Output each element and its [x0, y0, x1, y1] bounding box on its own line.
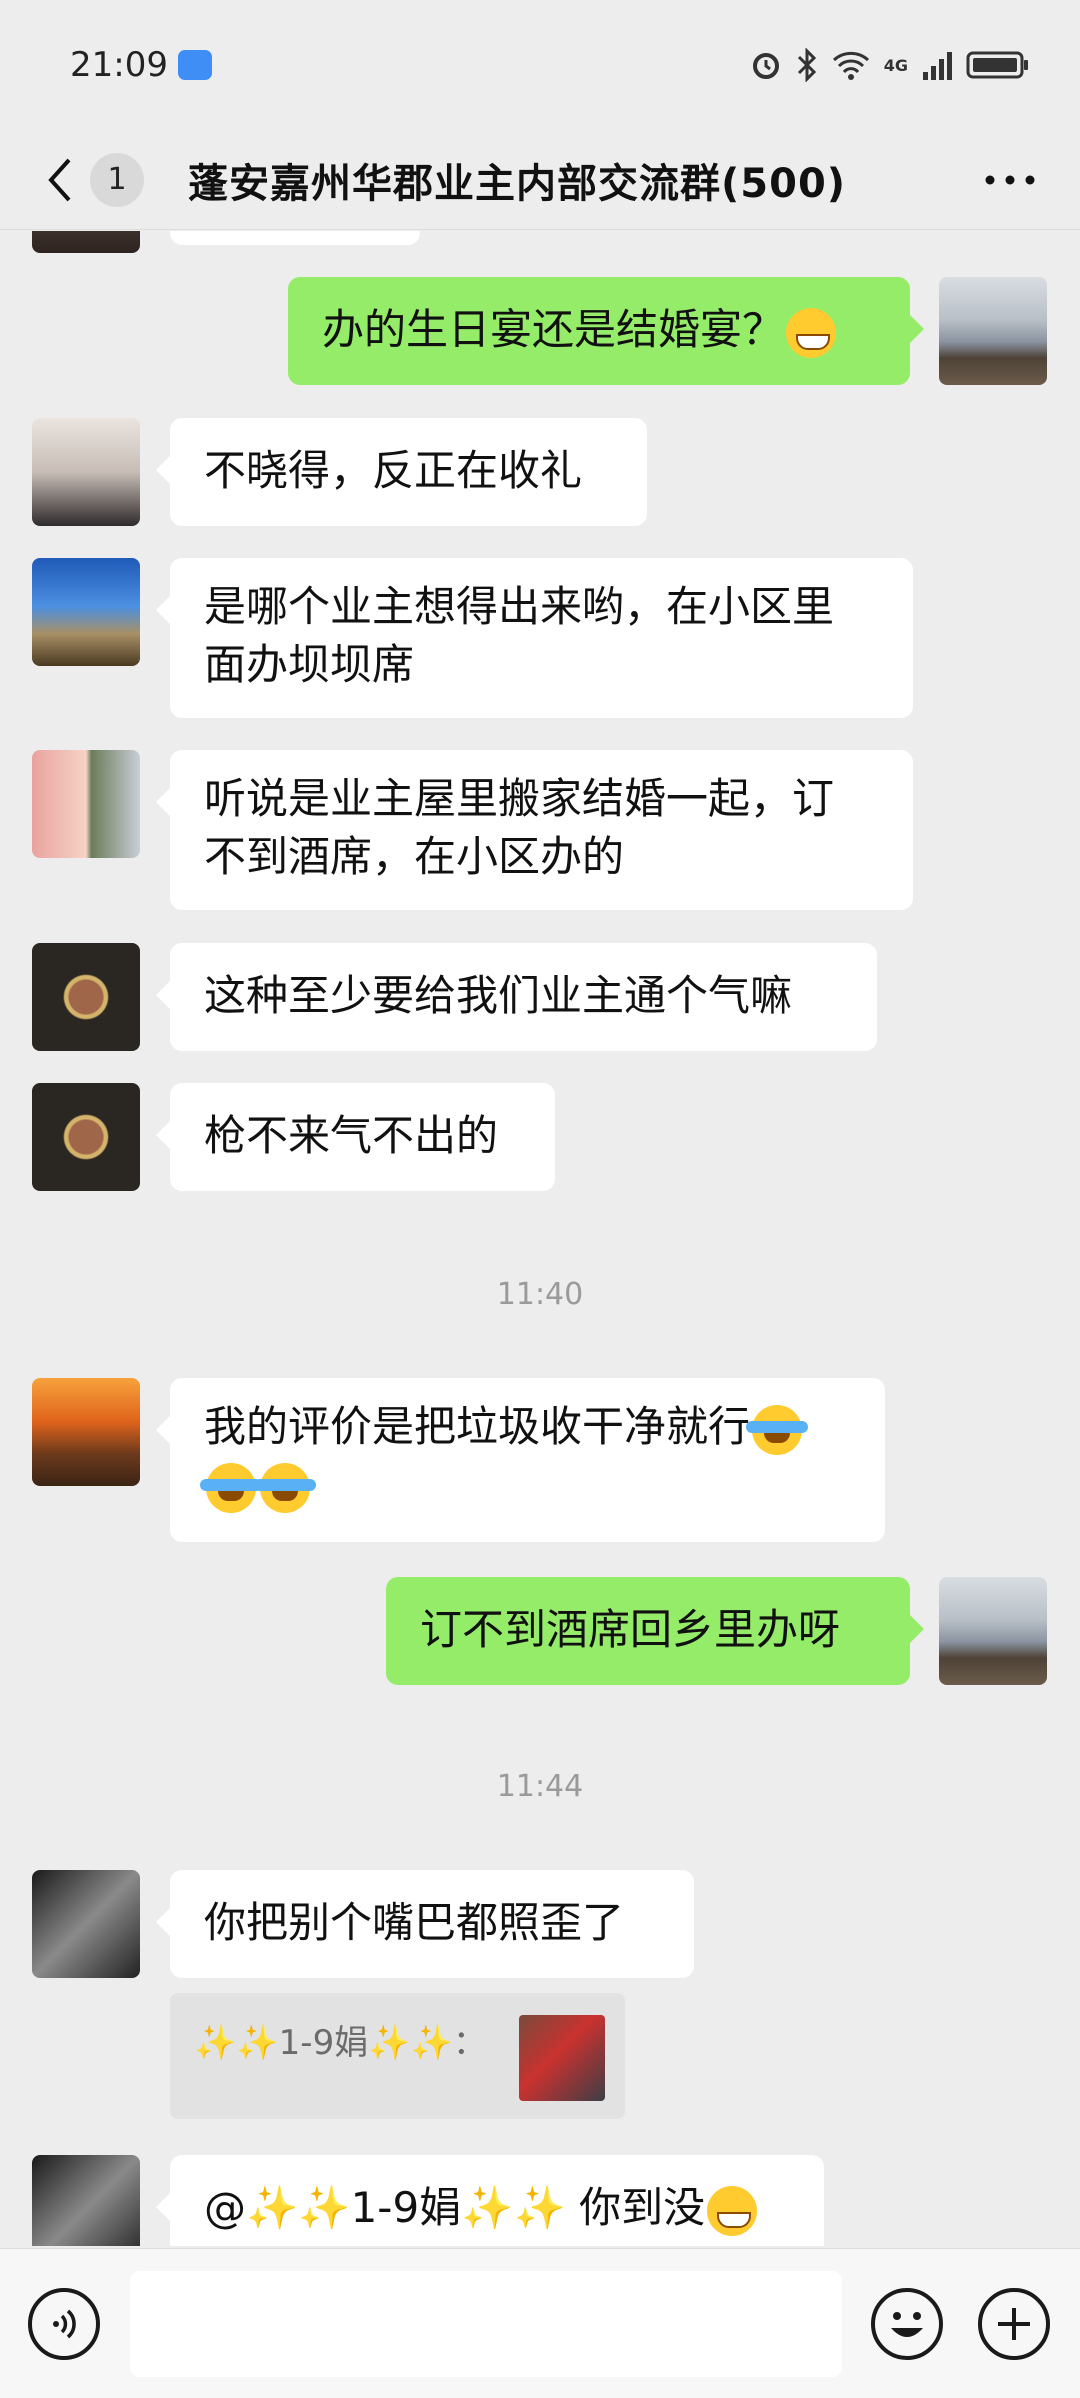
- quoted-message[interactable]: ✨✨1-9娟✨✨：: [170, 1993, 625, 2119]
- message-text: 订不到酒席回乡里办呀: [420, 1605, 841, 1654]
- plus-icon: [998, 2308, 1030, 2340]
- avatar[interactable]: [32, 1378, 140, 1486]
- status-bar: 21:09 4G: [0, 0, 1080, 130]
- message-text: 这种至少要给我们业主通个气嘛: [204, 971, 793, 1020]
- avatar[interactable]: [32, 750, 140, 858]
- avatar[interactable]: [32, 418, 140, 526]
- message-bubble[interactable]: 我的评价是把垃圾收干净就行: [156, 1378, 885, 1542]
- message-text-line: 面办坝坝席: [204, 640, 415, 689]
- avatar[interactable]: [32, 558, 140, 666]
- more-button[interactable]: [980, 160, 1040, 200]
- avatar[interactable]: [32, 1083, 140, 1191]
- message-bubble[interactable]: [170, 231, 420, 245]
- app-notification-icon: [177, 50, 212, 80]
- message-bubble[interactable]: 你把别个嘴巴都照歪了: [156, 1870, 694, 1978]
- avatar[interactable]: [32, 2155, 140, 2246]
- tears-of-joy-emoji-icon: [746, 1404, 809, 1455]
- message-text: 你把别个嘴巴都照歪了: [204, 1898, 625, 1947]
- message-bubble-self[interactable]: 办的生日宴还是结婚宴？: [288, 277, 924, 385]
- voice-icon: [53, 2309, 76, 2339]
- timestamp: 11:44: [496, 1769, 584, 1804]
- grin-emoji-icon: [707, 2185, 758, 2236]
- wifi-icon: [832, 51, 869, 80]
- chat-message-list[interactable]: 办的生日宴还是结婚宴？ 不晓得，反正在收礼 是哪个业主想得出来哟，在小区里 面办…: [0, 231, 1080, 2246]
- message-text-line: 是哪个业主想得出来哟，在小区里: [204, 582, 835, 631]
- message-input[interactable]: [130, 2271, 842, 2377]
- network-label: 4G: [883, 55, 908, 75]
- quoted-message-sender: ✨✨1-9娟✨✨：: [194, 2023, 487, 2063]
- message-text-line: 听说是业主屋里搬家结婚一起，订: [204, 774, 835, 823]
- unread-count-badge[interactable]: 1: [90, 152, 144, 207]
- avatar-self[interactable]: [939, 1577, 1047, 1685]
- grin-emoji-icon: [786, 307, 837, 358]
- message-text: 办的生日宴还是结婚宴？: [322, 305, 785, 354]
- cellular-signal-icon: [923, 52, 952, 80]
- status-icons: 4G: [750, 48, 1030, 82]
- status-time-text: 21:09: [70, 45, 168, 85]
- message-bubble[interactable]: 是哪个业主想得出来哟，在小区里 面办坝坝席: [156, 558, 913, 718]
- alarm-icon: [752, 53, 779, 79]
- avatar-self[interactable]: [939, 277, 1047, 385]
- message-bubble[interactable]: 不晓得，反正在收礼: [156, 418, 647, 526]
- chevron-left-icon: [48, 158, 71, 201]
- message-text-line: 不到酒席，在小区办的: [204, 832, 625, 881]
- bluetooth-icon: [797, 48, 816, 82]
- chat-header: 1 蓬安嘉州华郡业主内部交流群(500): [0, 130, 1080, 230]
- tears-of-joy-emoji-icon: [200, 1462, 262, 1513]
- message-text: @✨✨1-9娟✨✨ 你到没: [204, 2183, 706, 2232]
- more-dots-icon: [985, 175, 1035, 185]
- tears-of-joy-emoji-icon: [254, 1462, 316, 1513]
- input-bar: [0, 2248, 1080, 2398]
- message-text: 枪不来气不出的: [204, 1111, 499, 1160]
- battery-icon: [966, 51, 1028, 79]
- avatar[interactable]: [32, 943, 140, 1051]
- emoji-button[interactable]: [871, 2288, 943, 2360]
- status-time: 21:09: [70, 45, 212, 85]
- timestamp: 11:40: [496, 1277, 584, 1312]
- message-bubble[interactable]: 这种至少要给我们业主通个气嘛: [156, 943, 877, 1051]
- message-bubble[interactable]: 听说是业主屋里搬家结婚一起，订 不到酒席，在小区办的: [156, 750, 913, 910]
- message-bubble-self[interactable]: 订不到酒席回乡里办呀: [386, 1577, 924, 1685]
- more-functions-button[interactable]: [978, 2288, 1050, 2360]
- quoted-image-thumbnail[interactable]: [519, 2015, 605, 2101]
- message-text-line: 我的评价是把垃圾收干净就行: [204, 1402, 751, 1451]
- voice-input-button[interactable]: [28, 2288, 100, 2360]
- avatar[interactable]: [32, 1870, 140, 1978]
- message-bubble[interactable]: 枪不来气不出的: [156, 1083, 555, 1191]
- emoji-icon: [891, 2312, 923, 2337]
- message-bubble[interactable]: @✨✨1-9娟✨✨ 你到没: [156, 2155, 824, 2246]
- chat-title: 蓬安嘉州华郡业主内部交流群(500): [188, 160, 847, 207]
- message-text: 不晓得，反正在收礼: [204, 446, 583, 495]
- avatar[interactable]: [32, 231, 140, 253]
- back-button[interactable]: [30, 130, 90, 230]
